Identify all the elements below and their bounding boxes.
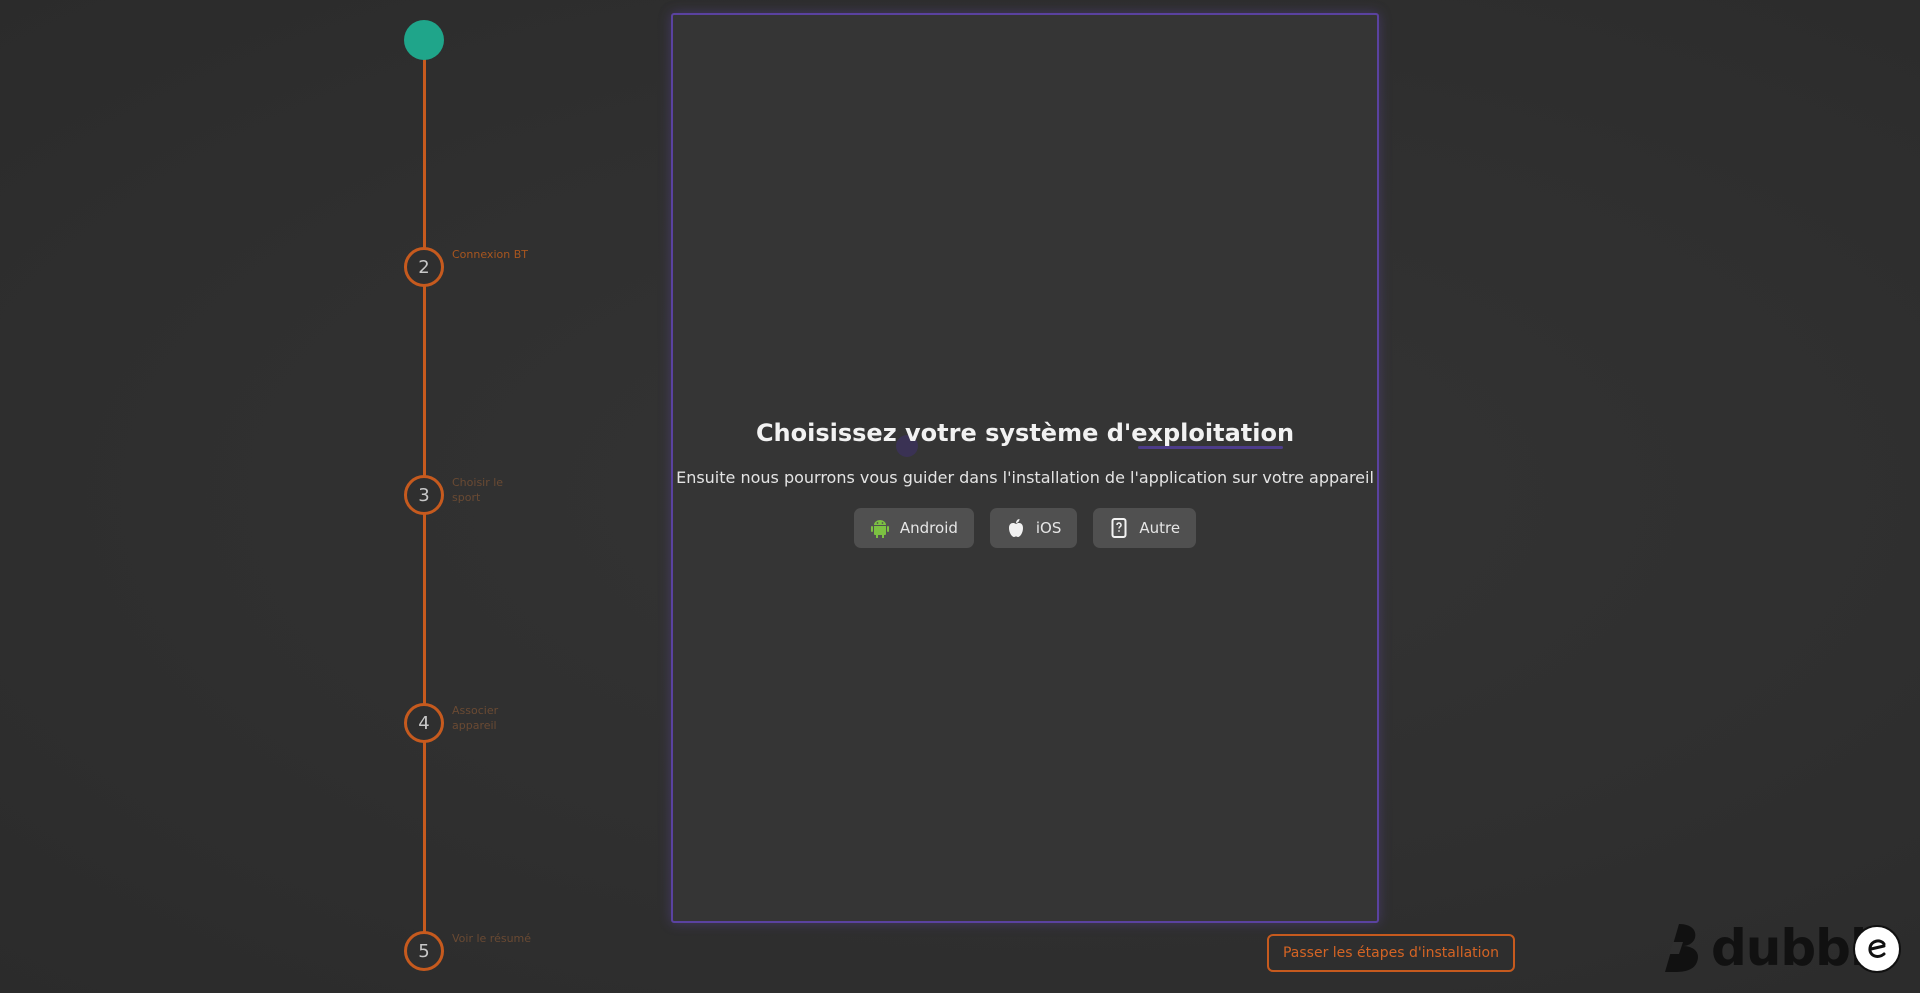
step-5[interactable]: 5 Voir le résumé (404, 931, 531, 971)
os-button-group: Android iOS Autre (673, 508, 1377, 548)
android-label: Android (899, 519, 958, 537)
step-1-done-indicator (404, 20, 444, 60)
step-4[interactable]: 4 Associer appareil (404, 703, 498, 743)
step-4-label: Associer appareil (452, 704, 499, 732)
apple-icon (1006, 518, 1026, 538)
panel-subtitle: Ensuite nous pourrons vous guider dans l… (676, 468, 1374, 487)
step-5-circle: 5 (404, 931, 444, 971)
step-3[interactable]: 3 Choisir le sport (404, 475, 503, 515)
android-icon (870, 518, 890, 538)
other-os-button[interactable]: Autre (1093, 508, 1197, 548)
step-2-circle: 2 (404, 247, 444, 287)
title-underline (1138, 446, 1283, 449)
dubble-badge-icon[interactable] (1853, 925, 1901, 973)
ios-button[interactable]: iOS (989, 508, 1078, 548)
onboarding-screen: 2 Connexion BT 3 Choisir le sport 4 Asso… (0, 0, 1920, 993)
ios-label: iOS (1035, 519, 1062, 537)
os-selection-panel: Choisissez votre système d'exploitation … (671, 13, 1379, 923)
unknown-phone-icon (1109, 518, 1129, 538)
step-1[interactable] (404, 20, 444, 60)
other-os-label: Autre (1139, 519, 1181, 537)
skip-installation-button[interactable]: Passer les étapes d'installation (1267, 934, 1515, 972)
step-2[interactable]: 2 Connexion BT (404, 247, 528, 287)
step-4-circle: 4 (404, 703, 444, 743)
step-5-label: Voir le résumé (452, 932, 532, 945)
android-button[interactable]: Android (853, 508, 974, 548)
step-3-circle: 3 (404, 475, 444, 515)
dubble-mark-icon (1665, 924, 1699, 972)
step-2-label: Connexion BT (452, 248, 528, 261)
panel-title: Choisissez votre système d'exploitation (755, 419, 1295, 447)
step-3-label: Choisir le sport (452, 476, 504, 504)
